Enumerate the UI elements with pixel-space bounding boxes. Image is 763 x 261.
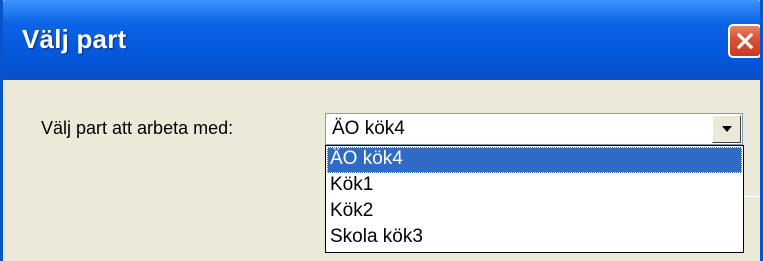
part-select-dropdown-list[interactable]: ÄO kök4 Kök1 Kök2 Skola kök3 bbox=[325, 145, 744, 253]
chevron-down-icon bbox=[721, 120, 733, 138]
dropdown-option[interactable]: Skola kök3 bbox=[327, 225, 742, 251]
background-panel-edge bbox=[743, 196, 760, 246]
window-title: Välj part bbox=[22, 24, 127, 54]
title-bar[interactable]: Välj part bbox=[3, 0, 760, 80]
close-button[interactable] bbox=[728, 24, 760, 58]
part-select-label: Välj part att arbeta med: bbox=[41, 118, 234, 138]
dialog-window: Välj part Välj part att arbeta med: ÄO k… bbox=[0, 0, 763, 261]
close-icon bbox=[735, 31, 755, 51]
part-select-value: ÄO kök4 bbox=[332, 118, 405, 139]
dropdown-option[interactable]: ÄO kök4 bbox=[327, 147, 742, 173]
dropdown-option[interactable]: Kök1 bbox=[327, 173, 742, 199]
part-select-combobox[interactable]: ÄO kök4 bbox=[325, 113, 743, 145]
dropdown-arrow-button[interactable] bbox=[712, 115, 741, 143]
dropdown-option[interactable]: Kök2 bbox=[327, 199, 742, 225]
